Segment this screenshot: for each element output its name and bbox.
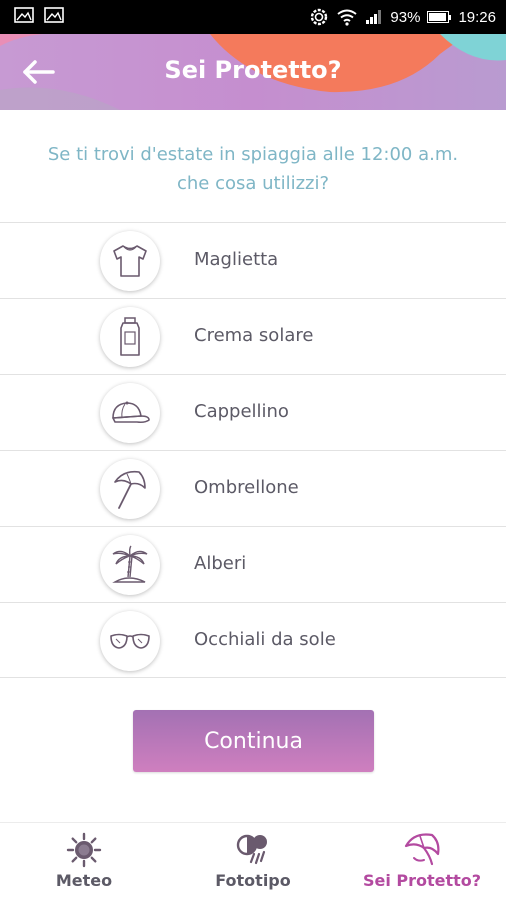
- sun-icon: [66, 832, 102, 868]
- option-icon-circle: [100, 383, 160, 443]
- option-label: Cappellino: [194, 401, 289, 422]
- nav-item-meteo[interactable]: Meteo: [0, 823, 168, 901]
- option-icon-circle: [100, 535, 160, 595]
- question-line-1: Se ti trovi d'estate in spiaggia alle 12…: [47, 144, 459, 165]
- question-text: Se ti trovi d'estate in spiaggia alle 12…: [20, 140, 486, 198]
- beach-umbrella-icon: [114, 470, 146, 509]
- status-bar: 93% 19:26: [0, 0, 506, 34]
- option-ombrellone[interactable]: Ombrellone: [0, 450, 506, 526]
- option-occhiali-da-sole[interactable]: Occhiali da sole: [0, 602, 506, 678]
- option-maglietta[interactable]: Maglietta: [0, 222, 506, 298]
- options-list: Maglietta Crema solare Cappellino Ombrel…: [0, 222, 506, 678]
- palm-tree-icon: [112, 545, 148, 583]
- nav-label: Meteo: [55, 871, 113, 890]
- bottom-navigation: Meteo Fototipo Sei Protetto?: [0, 822, 506, 901]
- option-cappellino[interactable]: Cappellino: [0, 374, 506, 450]
- nav-label: Sei Protetto?: [362, 871, 482, 890]
- nav-item-sei-protetto[interactable]: Sei Protetto?: [338, 823, 506, 901]
- nav-label: Fototipo: [215, 871, 291, 890]
- option-label: Maglietta: [194, 249, 279, 270]
- option-label: Crema solare: [194, 325, 314, 346]
- wifi-icon: [337, 9, 358, 26]
- sunscreen-icon: [120, 317, 140, 356]
- option-label: Alberi: [194, 553, 247, 574]
- image-notification-icon: [14, 7, 34, 23]
- clock: 19:26: [458, 8, 496, 26]
- image-notification-icon: [44, 7, 64, 23]
- option-icon-circle: [100, 611, 160, 671]
- option-icon-circle: [100, 459, 160, 519]
- battery-icon: [427, 11, 452, 23]
- cap-icon: [112, 401, 150, 424]
- nav-item-fototipo[interactable]: Fototipo: [169, 823, 337, 901]
- option-alberi[interactable]: Alberi: [0, 526, 506, 602]
- sunglasses-icon: [110, 633, 150, 649]
- option-icon-circle: [100, 307, 160, 367]
- phototype-icon: [236, 834, 267, 865]
- option-label: Ombrellone: [194, 477, 299, 498]
- battery-percentage: 93%: [390, 8, 421, 26]
- app-header: Sei Protetto?: [0, 34, 506, 110]
- option-crema-solare[interactable]: Crema solare: [0, 298, 506, 374]
- page-title: Sei Protetto?: [164, 56, 342, 84]
- option-icon-circle: [100, 231, 160, 291]
- option-label: Occhiali da sole: [194, 629, 336, 650]
- sync-icon: [311, 8, 328, 26]
- umbrella-icon: [404, 833, 440, 866]
- question-line-2: che cosa utilizzi?: [176, 173, 330, 194]
- signal-icon: [366, 10, 382, 24]
- tshirt-icon: [113, 245, 147, 277]
- continue-button[interactable]: Continua: [133, 710, 374, 772]
